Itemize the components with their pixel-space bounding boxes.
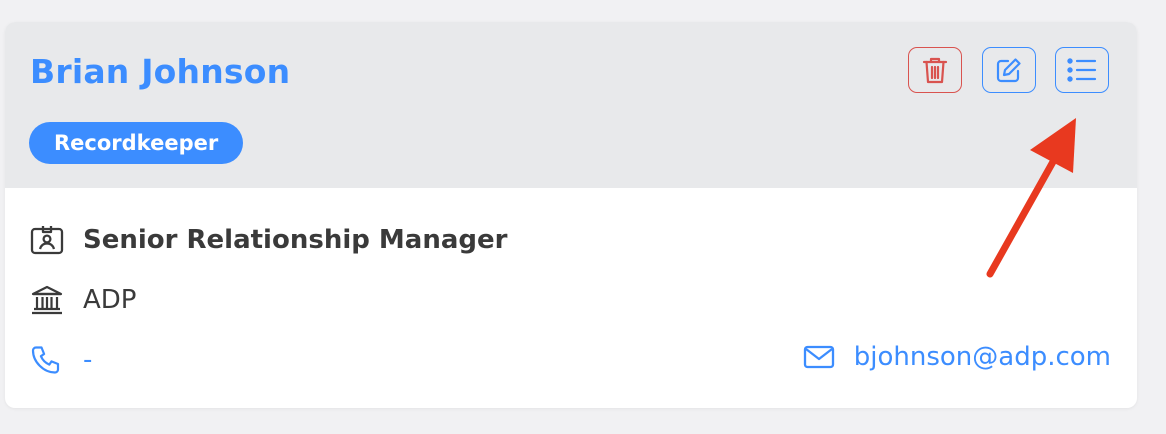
email-row: bjohnson@adp.com: [803, 342, 1111, 372]
id-badge-icon: [30, 224, 64, 256]
role-badge: Recordkeeper: [29, 122, 244, 164]
edit-button[interactable]: [982, 47, 1036, 93]
contact-name: Brian Johnson: [30, 52, 291, 91]
list-icon: [1067, 58, 1097, 82]
organization-name: ADP: [83, 285, 137, 315]
phone-number[interactable]: -: [83, 345, 92, 375]
delete-button[interactable]: [908, 47, 962, 93]
organization-row: ADP: [30, 284, 137, 316]
pencil-square-icon: [996, 58, 1021, 83]
trash-icon: [922, 57, 948, 84]
envelope-icon: [803, 343, 835, 371]
card-header: Brian Johnson Recordkeeper: [5, 22, 1137, 188]
email-address[interactable]: bjohnson@adp.com: [854, 342, 1111, 372]
contact-card: Brian Johnson Recordkeeper Senior Relati…: [5, 22, 1137, 408]
job-title: Senior Relationship Manager: [83, 225, 508, 255]
phone-icon: [30, 344, 64, 376]
job-title-row: Senior Relationship Manager: [30, 224, 507, 256]
list-view-button[interactable]: [1055, 47, 1109, 93]
bank-building-icon: [30, 284, 64, 316]
phone-row: -: [30, 344, 92, 376]
